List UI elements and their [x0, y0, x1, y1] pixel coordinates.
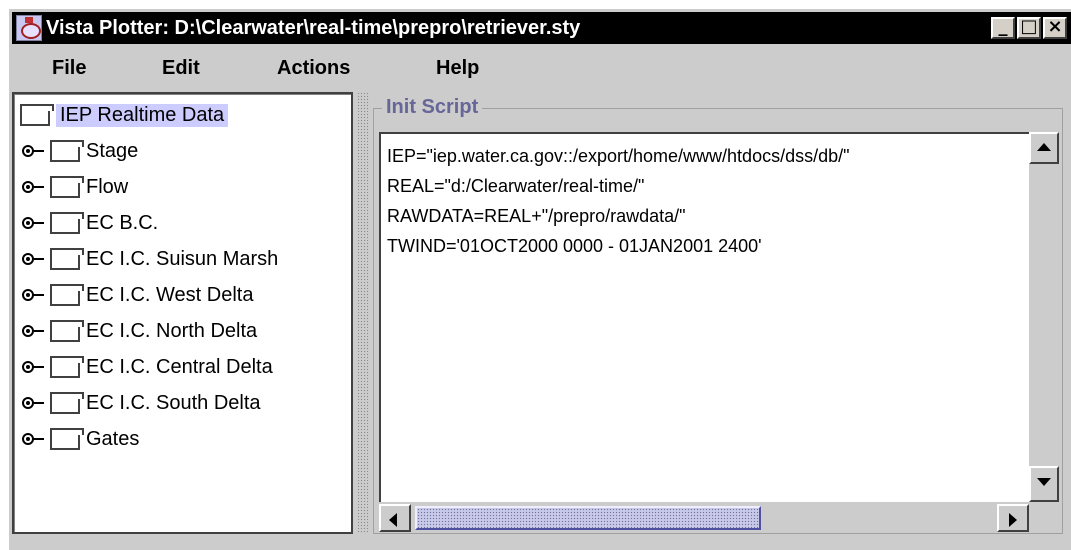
arrow-down-icon	[1037, 478, 1051, 486]
close-icon: ×	[1047, 16, 1063, 37]
expand-toggle-icon[interactable]	[22, 393, 46, 413]
maximize-icon: □	[1020, 16, 1038, 37]
folder-icon	[50, 176, 84, 198]
window-title: Vista Plotter: D:\Clearwater\real-time\p…	[46, 16, 581, 39]
folder-icon	[50, 320, 84, 342]
expand-toggle-icon[interactable]	[22, 429, 46, 449]
script-line: IEP="iep.water.ca.gov::/export/home/www/…	[387, 146, 850, 166]
tree-item-label: EC I.C. West Delta	[86, 283, 254, 306]
vertical-scroll-track[interactable]	[1029, 164, 1059, 466]
scroll-right-button[interactable]	[997, 504, 1029, 532]
arrow-up-icon	[1037, 143, 1051, 151]
menu-help[interactable]: Help	[436, 57, 479, 80]
expand-toggle-icon[interactable]	[22, 141, 46, 161]
tree-item-label: Gates	[86, 427, 140, 450]
tree-item-flow[interactable]: Flow	[22, 172, 128, 202]
vertical-scrollbar[interactable]	[1029, 132, 1059, 502]
window-controls: _ □ ×	[991, 17, 1067, 39]
horizontal-scroll-thumb[interactable]	[415, 506, 761, 530]
folder-icon	[50, 212, 84, 234]
folder-icon	[20, 104, 54, 126]
script-line: REAL="d:/Clearwater/real-time/"	[387, 176, 645, 196]
menu-bar: File Edit Actions Help	[12, 47, 1071, 91]
menu-edit[interactable]: Edit	[162, 57, 200, 80]
tree-item-label: EC I.C. North Delta	[86, 319, 258, 342]
expand-toggle-icon[interactable]	[22, 357, 46, 377]
minimize-button[interactable]: _	[991, 17, 1015, 39]
tree-item-ec-ic-south-delta[interactable]: EC I.C. South Delta	[22, 388, 261, 418]
arrow-right-icon	[1009, 513, 1017, 527]
tree-item-ec-ic-north-delta[interactable]: EC I.C. North Delta	[22, 316, 257, 346]
scroll-left-button[interactable]	[379, 504, 411, 532]
title-bar[interactable]: Vista Plotter: D:\Clearwater\real-time\p…	[12, 12, 1071, 44]
init-script-editor[interactable]: IEP="iep.water.ca.gov::/export/home/www/…	[379, 132, 1029, 502]
folder-icon	[50, 140, 84, 162]
tree-item-label: EC I.C. South Delta	[86, 391, 261, 414]
expand-toggle-icon[interactable]	[22, 321, 46, 341]
tree-item-stage[interactable]: Stage	[22, 136, 138, 166]
init-script-title: Init Script	[382, 96, 483, 119]
folder-icon	[50, 356, 84, 378]
horizontal-scrollbar[interactable]	[379, 502, 1029, 532]
data-tree-panel[interactable]: IEP Realtime Data Stage Flow EC B.C. EC …	[12, 92, 353, 534]
scrollbar-corner	[1029, 502, 1059, 532]
expand-toggle-icon[interactable]	[22, 249, 46, 269]
expand-toggle-icon[interactable]	[22, 177, 46, 197]
folder-icon	[50, 248, 84, 270]
close-button[interactable]: ×	[1043, 17, 1067, 39]
tree-item-ec-ic-central-delta[interactable]: EC I.C. Central Delta	[22, 352, 273, 382]
tree-root-label: IEP Realtime Data	[56, 103, 229, 127]
tree-root[interactable]: IEP Realtime Data	[20, 100, 229, 130]
tree-item-label: EC I.C. Suisun Marsh	[86, 247, 279, 270]
minimize-icon: _	[998, 16, 1008, 37]
app-icon[interactable]	[16, 15, 42, 41]
expand-toggle-icon[interactable]	[22, 285, 46, 305]
maximize-button[interactable]: □	[1017, 17, 1041, 39]
script-line: RAWDATA=REAL+"/prepro/rawdata/"	[387, 206, 686, 226]
tree-item-ec-ic-west-delta[interactable]: EC I.C. West Delta	[22, 280, 253, 310]
folder-icon	[50, 284, 84, 306]
expand-toggle-icon[interactable]	[22, 213, 46, 233]
tree-item-label: Flow	[86, 175, 129, 198]
script-line: TWIND='01OCT2000 0000 - 01JAN2001 2400'	[387, 236, 762, 256]
tree-item-gates[interactable]: Gates	[22, 424, 139, 454]
scroll-down-button[interactable]	[1029, 466, 1059, 502]
tree-item-label: EC I.C. Central Delta	[86, 355, 273, 378]
arrow-left-icon	[389, 513, 397, 527]
folder-icon	[50, 392, 84, 414]
menu-file[interactable]: File	[52, 57, 86, 80]
tree-item-ec-ic-suisun-marsh[interactable]: EC I.C. Suisun Marsh	[22, 244, 278, 274]
tree-item-ec-bc[interactable]: EC B.C.	[22, 208, 158, 238]
menu-actions[interactable]: Actions	[277, 57, 350, 80]
tree-item-label: EC B.C.	[86, 211, 159, 234]
split-pane-divider[interactable]	[357, 92, 369, 534]
folder-icon	[50, 428, 84, 450]
tree-item-label: Stage	[86, 139, 139, 162]
scroll-up-button[interactable]	[1029, 132, 1059, 164]
